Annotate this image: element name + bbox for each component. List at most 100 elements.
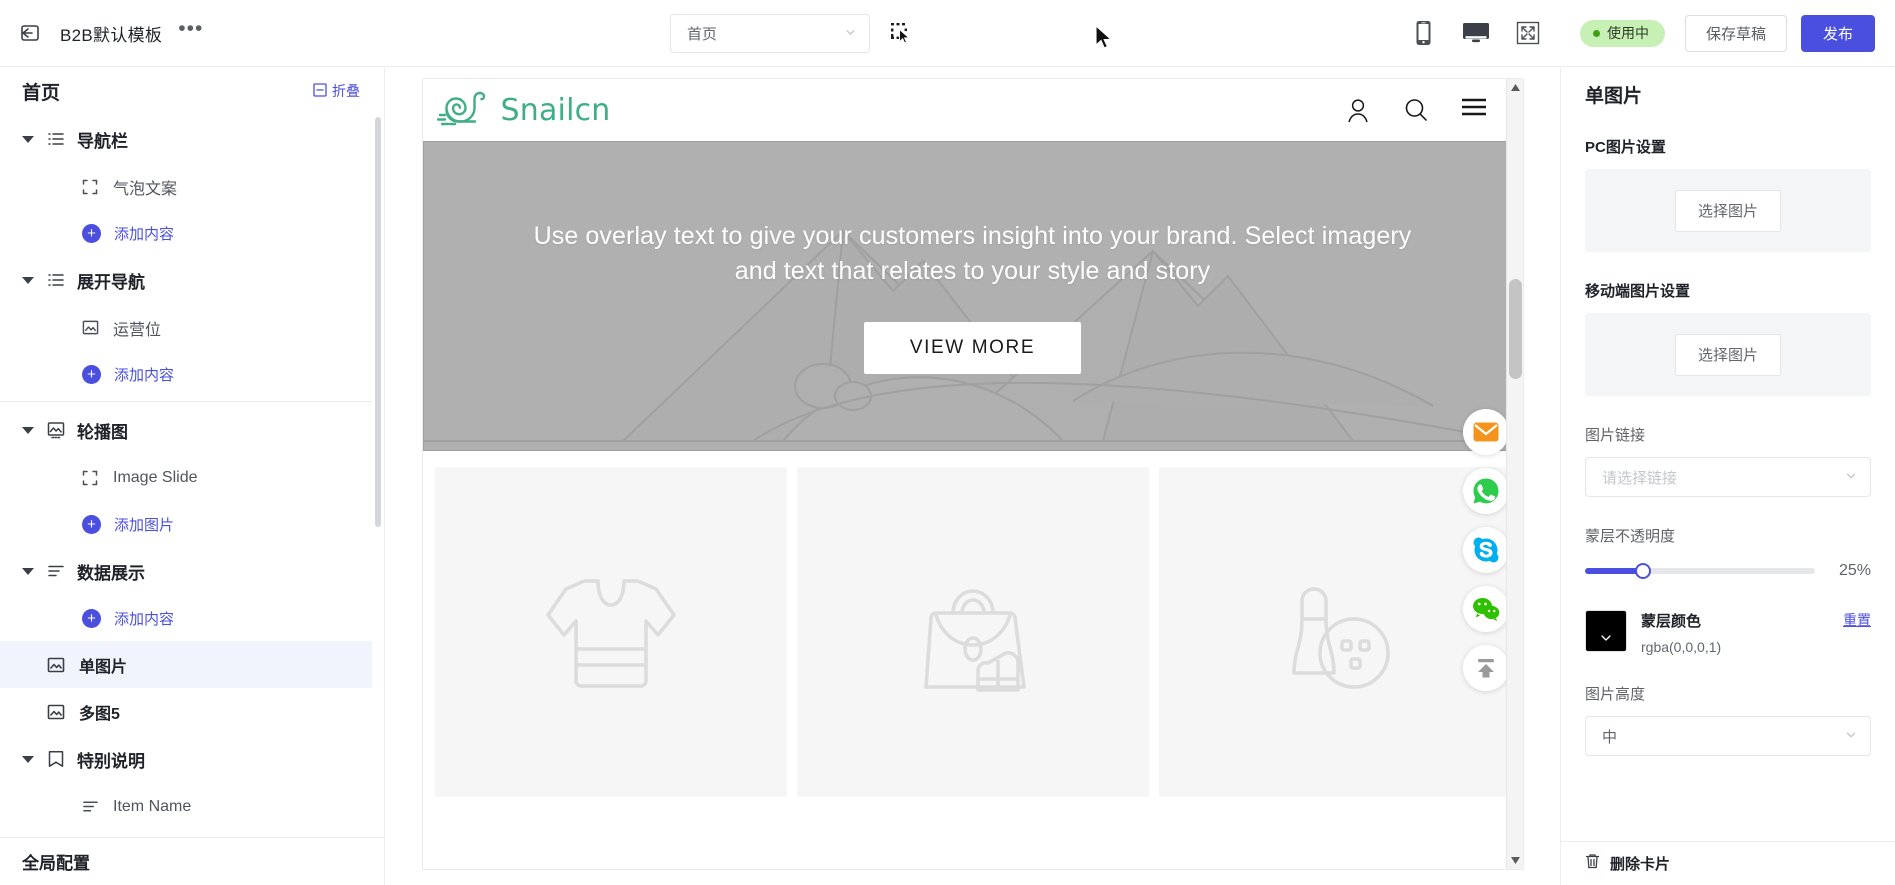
sidebar-item-label: 运营位 xyxy=(113,321,162,339)
image-link-select[interactable]: 请选择链接 xyxy=(1585,457,1871,497)
view-more-button[interactable]: VIEW MORE xyxy=(863,321,1082,374)
caret-down-icon[interactable] xyxy=(22,135,34,143)
back-to-top-icon[interactable] xyxy=(1462,645,1509,691)
frame-icon xyxy=(80,177,100,197)
sidebar-item-label: 单图片 xyxy=(79,658,128,676)
canvas-scrollbar-thumb[interactable] xyxy=(1508,279,1522,379)
publish-button[interactable]: 发布 xyxy=(1800,14,1875,52)
user-account-icon[interactable] xyxy=(1343,95,1373,125)
canvas-scrollbar[interactable] xyxy=(1505,79,1523,869)
sidebar-item-item-name[interactable]: Item Name xyxy=(0,783,372,830)
hamburger-menu-icon[interactable] xyxy=(1459,95,1489,125)
mask-opacity-slider[interactable] xyxy=(1585,563,1815,579)
desktop-icon[interactable] xyxy=(1450,13,1502,53)
toolbar-right: 使用中 保存草稿 发布 xyxy=(1398,13,1895,53)
mobile-image-dropzone[interactable]: 选择图片 xyxy=(1585,313,1871,396)
sidebar-group-label: 轮播图 xyxy=(77,422,128,442)
delete-card-button[interactable]: 删除卡片 xyxy=(1561,841,1895,885)
image-height-value: 中 xyxy=(1602,728,1618,746)
mobile-icon[interactable] xyxy=(1398,13,1450,53)
collapse-icon xyxy=(313,82,327,100)
mask-color-meta: 蒙层颜色 rgba(0,0,0,1) xyxy=(1641,610,1829,655)
back-arrow-icon[interactable] xyxy=(18,20,44,46)
sidebar-group-label: 数据展示 xyxy=(77,563,145,583)
pc-image-dropzone[interactable]: 选择图片 xyxy=(1585,169,1871,252)
skype-icon[interactable] xyxy=(1462,527,1509,573)
collapse-label: 折叠 xyxy=(332,83,360,99)
sidebar-group-navbar: 导航栏 气泡文案 + 添加内容 xyxy=(0,115,372,256)
sidebar-add-image[interactable]: + 添加图片 xyxy=(0,501,372,547)
chevron-down-icon xyxy=(1600,634,1612,646)
sidebar-add-label: 添加图片 xyxy=(114,516,175,534)
sidebar-add-content-1[interactable]: + 添加内容 xyxy=(0,351,372,397)
sidebar-group-header[interactable]: 展开导航 xyxy=(0,256,372,304)
mask-color-swatch[interactable] xyxy=(1585,610,1627,652)
chevron-down-icon xyxy=(844,26,857,41)
site-logo[interactable]: Snailcn xyxy=(436,87,611,134)
pc-select-image-button[interactable]: 选择图片 xyxy=(1674,189,1781,232)
floating-social-rail xyxy=(1462,409,1509,691)
sidebar-title: 首页 xyxy=(22,82,61,104)
product-card[interactable] xyxy=(434,467,787,797)
caret-down-icon[interactable] xyxy=(22,276,34,284)
reset-color-link[interactable]: 重置 xyxy=(1843,610,1871,630)
sidebar-item-yunyingwei[interactable]: 运营位 xyxy=(0,304,372,351)
hero-text: Use overlay text to give your customers … xyxy=(533,221,1412,286)
scroll-down-arrow-icon[interactable] xyxy=(1507,852,1523,869)
mask-opacity-value: 25% xyxy=(1838,562,1871,579)
global-config-button[interactable]: 全局配置 xyxy=(0,837,384,885)
sidebar-group-header[interactable]: 数据展示 xyxy=(0,547,372,595)
mask-color-row: 蒙层颜色 rgba(0,0,0,1) 重置 xyxy=(1585,610,1871,655)
collapse-all-button[interactable]: 折叠 xyxy=(313,81,360,101)
image-height-select[interactable]: 中 xyxy=(1585,716,1871,756)
top-toolbar: B2B默认模板 ••• 首页 使用中 保存草稿 发布 xyxy=(0,0,1895,67)
caret-down-icon[interactable] xyxy=(22,755,34,763)
caret-down-icon[interactable] xyxy=(22,567,34,575)
scroll-up-arrow-icon[interactable] xyxy=(1507,79,1523,96)
sidebar-group-header[interactable]: 轮播图 xyxy=(0,406,372,454)
email-icon[interactable] xyxy=(1462,409,1509,455)
mobile-image-label: 移动端图片设置 xyxy=(1585,283,1691,300)
sidebar-item-multi-image-5[interactable]: 多图5 xyxy=(0,688,372,735)
sidebar-group-label: 特别说明 xyxy=(77,751,145,771)
toolbar-center: 首页 xyxy=(670,0,916,67)
status-badge: 使用中 xyxy=(1579,19,1665,47)
canvas-area: Snailcn Use overlay text to give your cu… xyxy=(385,67,1560,885)
sidebar-item-single-image[interactable]: 单图片 xyxy=(0,641,372,688)
sidebar-group-carousel: 轮播图 Image Slide + 添加图片 xyxy=(0,406,372,547)
save-draft-button[interactable]: 保存草稿 xyxy=(1684,14,1787,52)
sidebar-scrollbar-thumb[interactable] xyxy=(375,117,381,527)
fullscreen-icon[interactable] xyxy=(1502,13,1554,53)
sidebar-add-content-3[interactable]: + 添加内容 xyxy=(0,595,372,641)
page-select-value: 首页 xyxy=(687,26,718,43)
bowling-placeholder-icon xyxy=(1250,545,1420,720)
slider-knob[interactable] xyxy=(1634,563,1651,579)
sidebar-item-qipao[interactable]: 气泡文案 xyxy=(0,163,372,210)
product-card[interactable] xyxy=(1158,467,1511,797)
wechat-icon[interactable] xyxy=(1462,586,1509,632)
left-sidebar: 首页 折叠 导航栏 气泡文案 + 添加内容 展开导航 运营位 + 添加内容 轮播… xyxy=(0,67,385,885)
region-select-icon[interactable] xyxy=(888,20,916,48)
sidebar-tree: 导航栏 气泡文案 + 添加内容 展开导航 运营位 + 添加内容 轮播图 Imag… xyxy=(0,115,384,837)
hero-banner: Use overlay text to give your customers … xyxy=(422,141,1523,451)
sidebar-group-header[interactable]: 特别说明 xyxy=(0,735,372,783)
mobile-select-image-button[interactable]: 选择图片 xyxy=(1674,333,1781,376)
main-body: 首页 折叠 导航栏 气泡文案 + 添加内容 展开导航 运营位 + 添加内容 轮播… xyxy=(0,67,1895,885)
page-select[interactable]: 首页 xyxy=(670,14,870,53)
note-icon xyxy=(46,749,66,769)
status-dot xyxy=(1592,29,1600,37)
sidebar-add-content-0[interactable]: + 添加内容 xyxy=(0,210,372,256)
image-icon xyxy=(46,655,66,675)
panel-title: 单图片 xyxy=(1585,86,1643,107)
product-card[interactable] xyxy=(796,467,1149,797)
ellipsis-icon[interactable]: ••• xyxy=(178,18,203,42)
sidebar-group-header[interactable]: 导航栏 xyxy=(0,115,372,163)
snail-logo-icon xyxy=(436,87,499,134)
whatsapp-icon[interactable] xyxy=(1462,468,1509,514)
sidebar-item-image-slide[interactable]: Image Slide xyxy=(0,454,372,501)
caret-down-icon[interactable] xyxy=(22,426,34,434)
search-icon[interactable] xyxy=(1401,95,1431,125)
picture-icon xyxy=(46,420,66,440)
handbag-placeholder-icon xyxy=(888,545,1058,720)
plus-icon: + xyxy=(82,608,101,628)
